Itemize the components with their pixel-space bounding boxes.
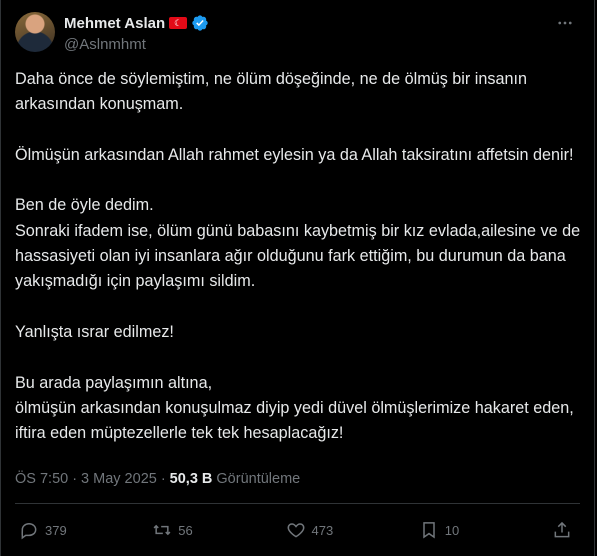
repost-count: 56 [178,522,193,538]
author-name[interactable]: Mehmet Aslan [64,15,165,32]
meta-separator: · [160,471,166,487]
meta-separator: · [72,471,78,487]
paragraph-3: Ben de öyle dedim. Sonraki ifadem ise, ö… [15,196,581,291]
post-date[interactable]: 3 May 2025 [81,471,157,487]
name-row: Mehmet Aslan ☾ [64,14,209,32]
share-icon [554,521,570,538]
repost-button[interactable]: 56 [152,520,212,540]
action-bar: 379 56 473 10 [19,515,572,545]
post-time[interactable]: ÖS 7:50 [15,471,68,487]
tweet-header: Mehmet Aslan ☾ @Aslnmhmt [15,12,580,56]
bookmark-count: 10 [444,522,460,538]
tweet-card: Mehmet Aslan ☾ @Aslnmhmt Daha önce de sö… [0,0,595,556]
views-label: Görüntüleme [216,471,301,487]
paragraph-5: Bu arada paylaşımın altına, ölmüşün arka… [15,373,574,443]
bookmark-button[interactable]: 10 [419,520,479,540]
paragraph-2: Ölmüşün arkasından Allah rahmet eylesin … [15,145,574,164]
like-button[interactable]: 473 [286,520,346,540]
author-handle[interactable]: @Aslnmhmt [64,36,146,53]
verified-badge-icon [192,15,208,31]
avatar[interactable] [15,12,55,52]
paragraph-1: Daha önce de söylemiştim, ne ölüm döşeği… [15,70,527,114]
divider [15,503,580,504]
bookmark-icon [423,522,435,539]
paragraph-4: Yanlışta ısrar edilmez! [15,322,174,341]
more-dots-icon[interactable] [554,14,576,32]
tweet-text: Daha önce de söylemiştim, ne ölüm döşeği… [15,67,585,446]
tweet-meta: ÖS 7:50 · 3 May 2025 · 50,3 B Görüntülem… [15,471,300,487]
reply-icon [21,522,37,540]
reply-count: 379 [45,522,67,538]
like-count: 473 [311,522,334,538]
heart-icon [287,523,304,538]
turkey-flag-icon: ☾ [169,17,188,29]
reply-button[interactable]: 379 [19,520,79,540]
repost-icon [153,524,171,536]
views-count: 50,3 B [169,471,213,487]
share-button[interactable] [552,520,572,540]
